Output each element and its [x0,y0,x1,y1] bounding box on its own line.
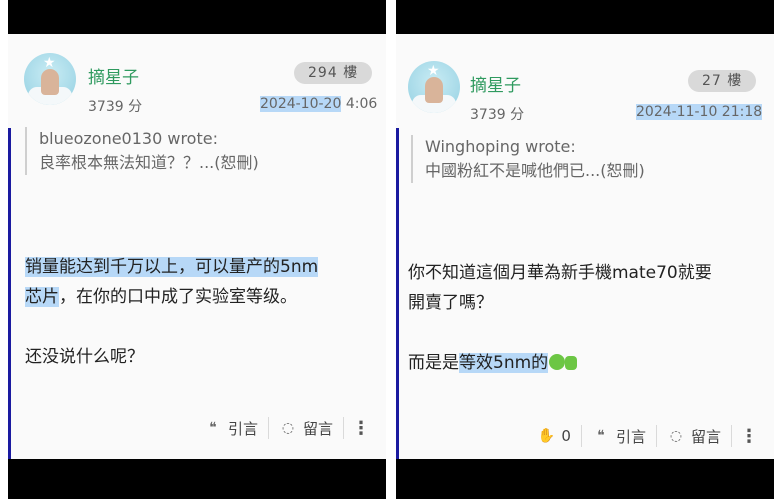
body-line3-prefix: 而是是 [408,353,459,373]
timestamp-full: 2024-11-10 21:18 [636,104,763,120]
like-button[interactable]: ✋ 0 [527,427,581,445]
user-avatar[interactable]: ★ [408,61,460,113]
user-avatar[interactable]: ★ [24,53,76,105]
post-actions: ❝ 引言 ◌ 留言 ⋮ [194,414,378,442]
like-hand-icon: ✋ [537,428,556,444]
quote-text: 良率根本無法知道？？...(恕刪) [39,153,259,172]
reply-button[interactable]: ◌ 留言 [657,426,731,447]
devil-emoji-icon [565,356,578,370]
user-points: 3739 分 [88,99,143,115]
timestamp-time: 4:06 [345,96,378,112]
bottom-black-bar [396,459,774,499]
post-body: 销量能达到千万以上，可以量产的5nm 芯片，在你的口中成了实验室等级。 还没说什… [25,252,380,372]
more-vertical-icon[interactable]: ⋮ [732,426,766,447]
top-black-bar [396,0,774,34]
post-timestamp: 2024-10-20 4:06 [260,96,377,112]
top-black-bar [8,0,386,34]
body-line3-highlight: 等效5nm的 [459,353,549,373]
grin-emoji-icon [549,354,566,370]
reply-label: 留言 [690,427,721,446]
quote-label: 引言 [615,427,646,446]
quote-button[interactable]: ❝ 引言 [194,418,268,439]
post-accent-bar [396,128,399,466]
body-line2-rest: ，在你的口中成了实验室等级。 [59,287,297,307]
post-body: 你不知道這個月華為新手機mate70就要 開賣了嗎？ 而是是等效5nm的 [408,258,768,378]
bottom-black-bar [8,459,386,499]
avatar-hand [425,77,443,103]
post-timestamp: 2024-11-10 21:18 [636,104,763,120]
timestamp-date: 2024-10-20 [260,96,342,112]
username[interactable]: 摘星子 [470,71,521,96]
post-card-right: ★ 摘星子 3739 分 27 樓 2024-11-10 21:18 Wingh… [396,0,774,499]
post-actions: ✋ 0 ❝ 引言 ◌ 留言 ⋮ [527,422,766,450]
reply-bubble-icon: ◌ [281,420,295,436]
reply-label: 留言 [302,419,333,438]
quoted-message: blueozone0130 wrote: 良率根本無法知道？？...(恕刪) [25,127,376,175]
quote-text: 中國粉紅不是喊他們已...(恕刪) [425,161,645,180]
quote-bubble-icon: ❝ [597,428,605,444]
quoted-message: Winghoping wrote: 中國粉紅不是喊他們已...(恕刪) [411,135,764,183]
floor-badge: 294 樓 [294,62,373,84]
like-count: 0 [561,427,571,445]
more-vertical-icon[interactable]: ⋮ [344,418,378,439]
body-line1: 你不知道這個月華為新手機mate70就要 [408,263,712,283]
body-line3: 还没说什么呢？ [25,347,144,367]
quote-bubble-icon: ❝ [209,420,217,436]
quote-button[interactable]: ❝ 引言 [582,426,656,447]
quote-label: 引言 [227,419,258,438]
reply-bubble-icon: ◌ [669,428,683,444]
reply-button[interactable]: ◌ 留言 [269,418,343,439]
post-accent-bar [8,128,11,466]
username[interactable]: 摘星子 [88,63,139,88]
body-line2: 開賣了嗎？ [408,293,493,313]
body-line2-highlight: 芯片 [25,287,59,307]
quote-author: Winghoping wrote: [425,137,576,156]
avatar-hand [41,69,59,95]
quote-author: blueozone0130 wrote: [39,129,218,148]
floor-badge: 27 樓 [688,70,757,92]
post-card-left: ★ 摘星子 3739 分 294 樓 2024-10-20 4:06 blueo… [8,0,386,499]
body-line1-highlight: 销量能达到千万以上，可以量产的5nm [25,257,319,277]
user-points: 3739 分 [470,107,525,123]
